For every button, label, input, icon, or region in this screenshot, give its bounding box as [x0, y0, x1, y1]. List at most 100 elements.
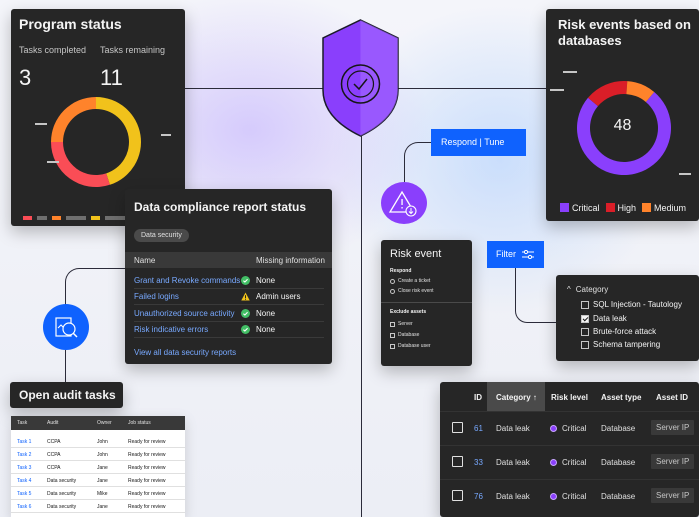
column-job-status: Job status	[128, 420, 151, 426]
asset-type-cell: Database	[601, 492, 636, 501]
connector-audit	[65, 268, 126, 305]
checkbox-brute-force[interactable]: Brute-force attack	[581, 327, 656, 336]
sliders-icon	[522, 250, 534, 259]
compliance-row[interactable]: Grant and Revoke commands None	[134, 273, 324, 289]
table-row[interactable]: Task 2 CCPA John Ready for review	[11, 448, 185, 461]
audit-cell: CCPA	[47, 452, 61, 458]
table-row[interactable]: Task 3 CCPA Jane Ready for review	[11, 461, 185, 474]
asset-id-tag[interactable]: Server IP	[651, 420, 695, 435]
table-row[interactable]: 76 Data leak Critical Database Server IP	[440, 479, 699, 513]
column-missing-information: Missing information	[256, 256, 325, 265]
task-link[interactable]: Task 2	[17, 452, 31, 458]
compliance-title: Data compliance report status	[134, 200, 307, 214]
critical-dot-icon	[550, 459, 557, 466]
task-link[interactable]: Task 5	[17, 491, 31, 497]
warning-icon	[241, 292, 250, 301]
compliance-table-header: Name Missing information	[125, 252, 332, 268]
compliance-row[interactable]: Unauthorized source activity None	[134, 306, 324, 322]
view-all-reports-link[interactable]: View all data security reports	[134, 348, 236, 357]
report-name[interactable]: Grant and Revoke commands	[134, 276, 240, 285]
check-icon	[241, 276, 250, 285]
table-row[interactable]: Task 5 Data security Mike Ready for revi…	[11, 487, 185, 500]
column-asset-type[interactable]: Asset type	[601, 393, 641, 402]
missing-info: None	[256, 309, 276, 318]
radio-close-risk-event[interactable]: Close risk event	[390, 288, 434, 294]
compliance-row[interactable]: Risk indicative errors None	[134, 322, 324, 338]
legend-critical: Critical	[560, 203, 600, 213]
owner-cell: Jane	[97, 478, 108, 484]
row-checkbox[interactable]	[452, 490, 463, 501]
radio-create-ticket[interactable]: Create a ticket	[390, 278, 430, 284]
audit-table-header: Task Audit Owner Job status	[11, 416, 185, 430]
table-row[interactable]: Task 1 CCPA John Ready for review	[11, 435, 185, 448]
column-category[interactable]: Category ↑	[496, 393, 537, 402]
respond-tune-button[interactable]: Respond | Tune	[431, 129, 526, 156]
column-risk-level[interactable]: Risk level	[551, 393, 588, 402]
open-audit-tasks-card: Open audit tasks	[10, 382, 123, 408]
column-id[interactable]: ID	[474, 393, 482, 402]
checkbox-server[interactable]: Server	[390, 321, 413, 327]
status-cell: Ready for review	[128, 452, 166, 458]
risk-cell: Critical	[550, 458, 586, 467]
checkbox-database-user[interactable]: Database user	[390, 343, 431, 349]
column-asset-id[interactable]: Asset ID	[656, 393, 688, 402]
program-status-title: Program status	[19, 16, 122, 32]
owner-cell: Mike	[97, 491, 108, 497]
missing-info: None	[256, 276, 276, 285]
table-row[interactable]: 61 Data leak Critical Database Server IP	[440, 411, 699, 445]
status-cell: Ready for review	[128, 439, 166, 445]
compliance-row[interactable]: Failed logins Admin users	[134, 289, 324, 305]
legend-swatch	[23, 216, 32, 220]
table-row[interactable]: 33 Data leak Critical Database Server IP	[440, 445, 699, 479]
audit-cell: CCPA	[47, 465, 61, 471]
tasks-completed-value: 3	[19, 65, 32, 90]
leader-line	[679, 173, 691, 175]
legend-swatch	[52, 216, 61, 220]
filter-button[interactable]: Filter	[487, 241, 544, 268]
id-cell[interactable]: 76	[474, 492, 483, 501]
checkbox-database[interactable]: Database	[390, 332, 419, 338]
audit-cell: Data security	[47, 478, 77, 484]
checkbox-schema-tampering[interactable]: Schema tampering	[581, 340, 660, 349]
risk-cell: Critical	[550, 424, 586, 433]
task-link[interactable]: Task 4	[17, 478, 31, 484]
checkbox-sql-injection[interactable]: SQL Injection - Tautology	[581, 300, 682, 309]
risk-events-title: Risk events based on databases	[558, 17, 691, 48]
tasks-remaining-label: Tasks remaining	[100, 45, 166, 55]
report-name[interactable]: Failed logins	[134, 292, 179, 301]
table-row[interactable]: Task 4 Data security Jane Ready for revi…	[11, 474, 185, 487]
tasks-remaining-value: 11	[100, 65, 123, 90]
task-link[interactable]: Task 6	[17, 504, 31, 510]
risk-legend: Critical High Medium	[560, 203, 686, 213]
leader-line	[47, 161, 59, 163]
row-checkbox[interactable]	[452, 456, 463, 467]
audit-tasks-table: Task Audit Owner Job status Task 1 CCPA …	[11, 416, 185, 517]
risk-events-total: 48	[613, 117, 632, 134]
column-name: Name	[134, 256, 156, 265]
check-icon	[241, 309, 250, 318]
row-checkbox[interactable]	[452, 422, 463, 433]
donut-slice-red	[51, 142, 110, 187]
owner-cell: Jane	[97, 465, 108, 471]
report-name[interactable]: Risk indicative errors	[134, 325, 208, 334]
legend-high: High	[605, 203, 636, 213]
critical-dot-icon	[550, 425, 557, 432]
id-cell[interactable]: 33	[474, 458, 483, 467]
task-link[interactable]: Task 3	[17, 465, 31, 471]
asset-id-tag[interactable]: Server IP	[651, 488, 695, 503]
column-task: Task	[17, 420, 28, 426]
checkbox-data-leak[interactable]: Data leak	[581, 314, 627, 323]
table-row[interactable]: Task 6 Data security Jane Ready for revi…	[11, 500, 185, 513]
asset-id-tag[interactable]: Server IP	[651, 454, 695, 469]
category-header[interactable]: ^ Category	[567, 285, 608, 294]
task-link[interactable]: Task 1	[17, 439, 31, 445]
filter-label: Filter	[496, 249, 516, 259]
report-name[interactable]: Unauthorized source activity	[134, 309, 235, 318]
legend-swatch	[66, 216, 86, 220]
id-cell[interactable]: 61	[474, 424, 483, 433]
data-security-tag[interactable]: Data security	[134, 229, 189, 242]
status-cell: Ready for review	[128, 465, 166, 471]
connector-filter	[515, 268, 557, 323]
category-filter-panel: ^ Category SQL Injection - Tautology Data…	[556, 275, 699, 361]
leader-line	[161, 134, 171, 136]
